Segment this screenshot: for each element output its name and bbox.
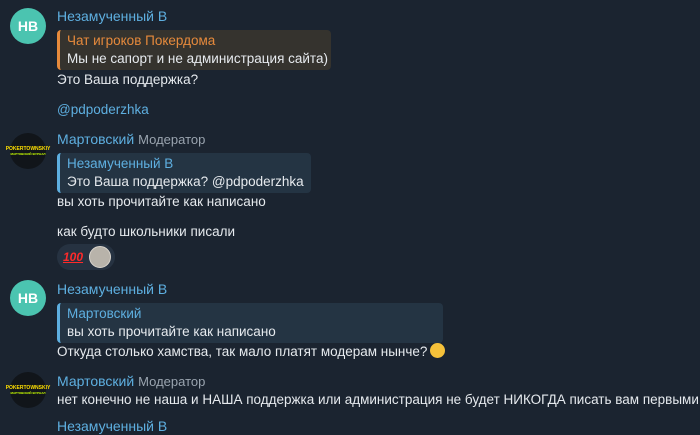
avatar[interactable]: POKERTOWNSKIY МАРТОВСКИЙ ЖУРНАЛ [6,133,50,169]
mention-link[interactable]: @pdpoderzhka [57,101,149,118]
message-text: вы хоть прочитайте как написано [57,194,266,209]
message-text: Откуда столько хамства, так мало платят … [57,343,446,360]
reactions-bar[interactable]: 100 [57,244,115,270]
reply-text: Это Ваша поддержка? @pdpoderzhka [67,174,304,189]
reply-quote[interactable]: Незамученный В Это Ваша поддержка? @pdpo… [57,153,311,193]
sender-name[interactable]: Незамученный В [57,8,692,25]
sender-name[interactable]: Мартовский Модератор [57,131,692,148]
hundred-points-emoji[interactable]: 100 [63,250,83,264]
role-badge: Модератор [138,374,206,389]
avatar[interactable]: НВ [10,280,46,316]
reply-text: Мы не сапорт и не администрация сайта) [67,51,328,66]
sender-name[interactable]: Незамученный В [57,281,692,298]
avatar[interactable]: НВ [10,8,46,44]
reply-quote[interactable]: Чат игроков Покердома Мы не сапорт и не … [57,30,331,70]
reply-sender: Незамученный В [67,156,174,171]
reply-quote[interactable]: Мартовский вы хоть прочитайте как написа… [57,303,443,343]
message-text: Это Ваша поддержка? [57,72,199,87]
reply-sender: Чат игроков Покердома [67,33,216,48]
reply-sender: Мартовский [67,306,142,321]
sender-name[interactable]: Незамученный В [57,418,692,435]
role-badge: Модератор [138,132,206,147]
reply-text: вы хоть прочитайте как написано [67,324,276,339]
avatar[interactable]: POKERTOWNSKIY МАРТОВСКИЙ ЖУРНАЛ [6,372,50,408]
reactor-avatar [89,246,112,268]
sender-name[interactable]: Мартовский Модератор [57,373,692,390]
message-text: нет конечно не наша и НАША поддержка или… [57,392,699,407]
message-text: как будто школьники писали [57,224,236,239]
laughing-tears-emoji [430,343,446,358]
